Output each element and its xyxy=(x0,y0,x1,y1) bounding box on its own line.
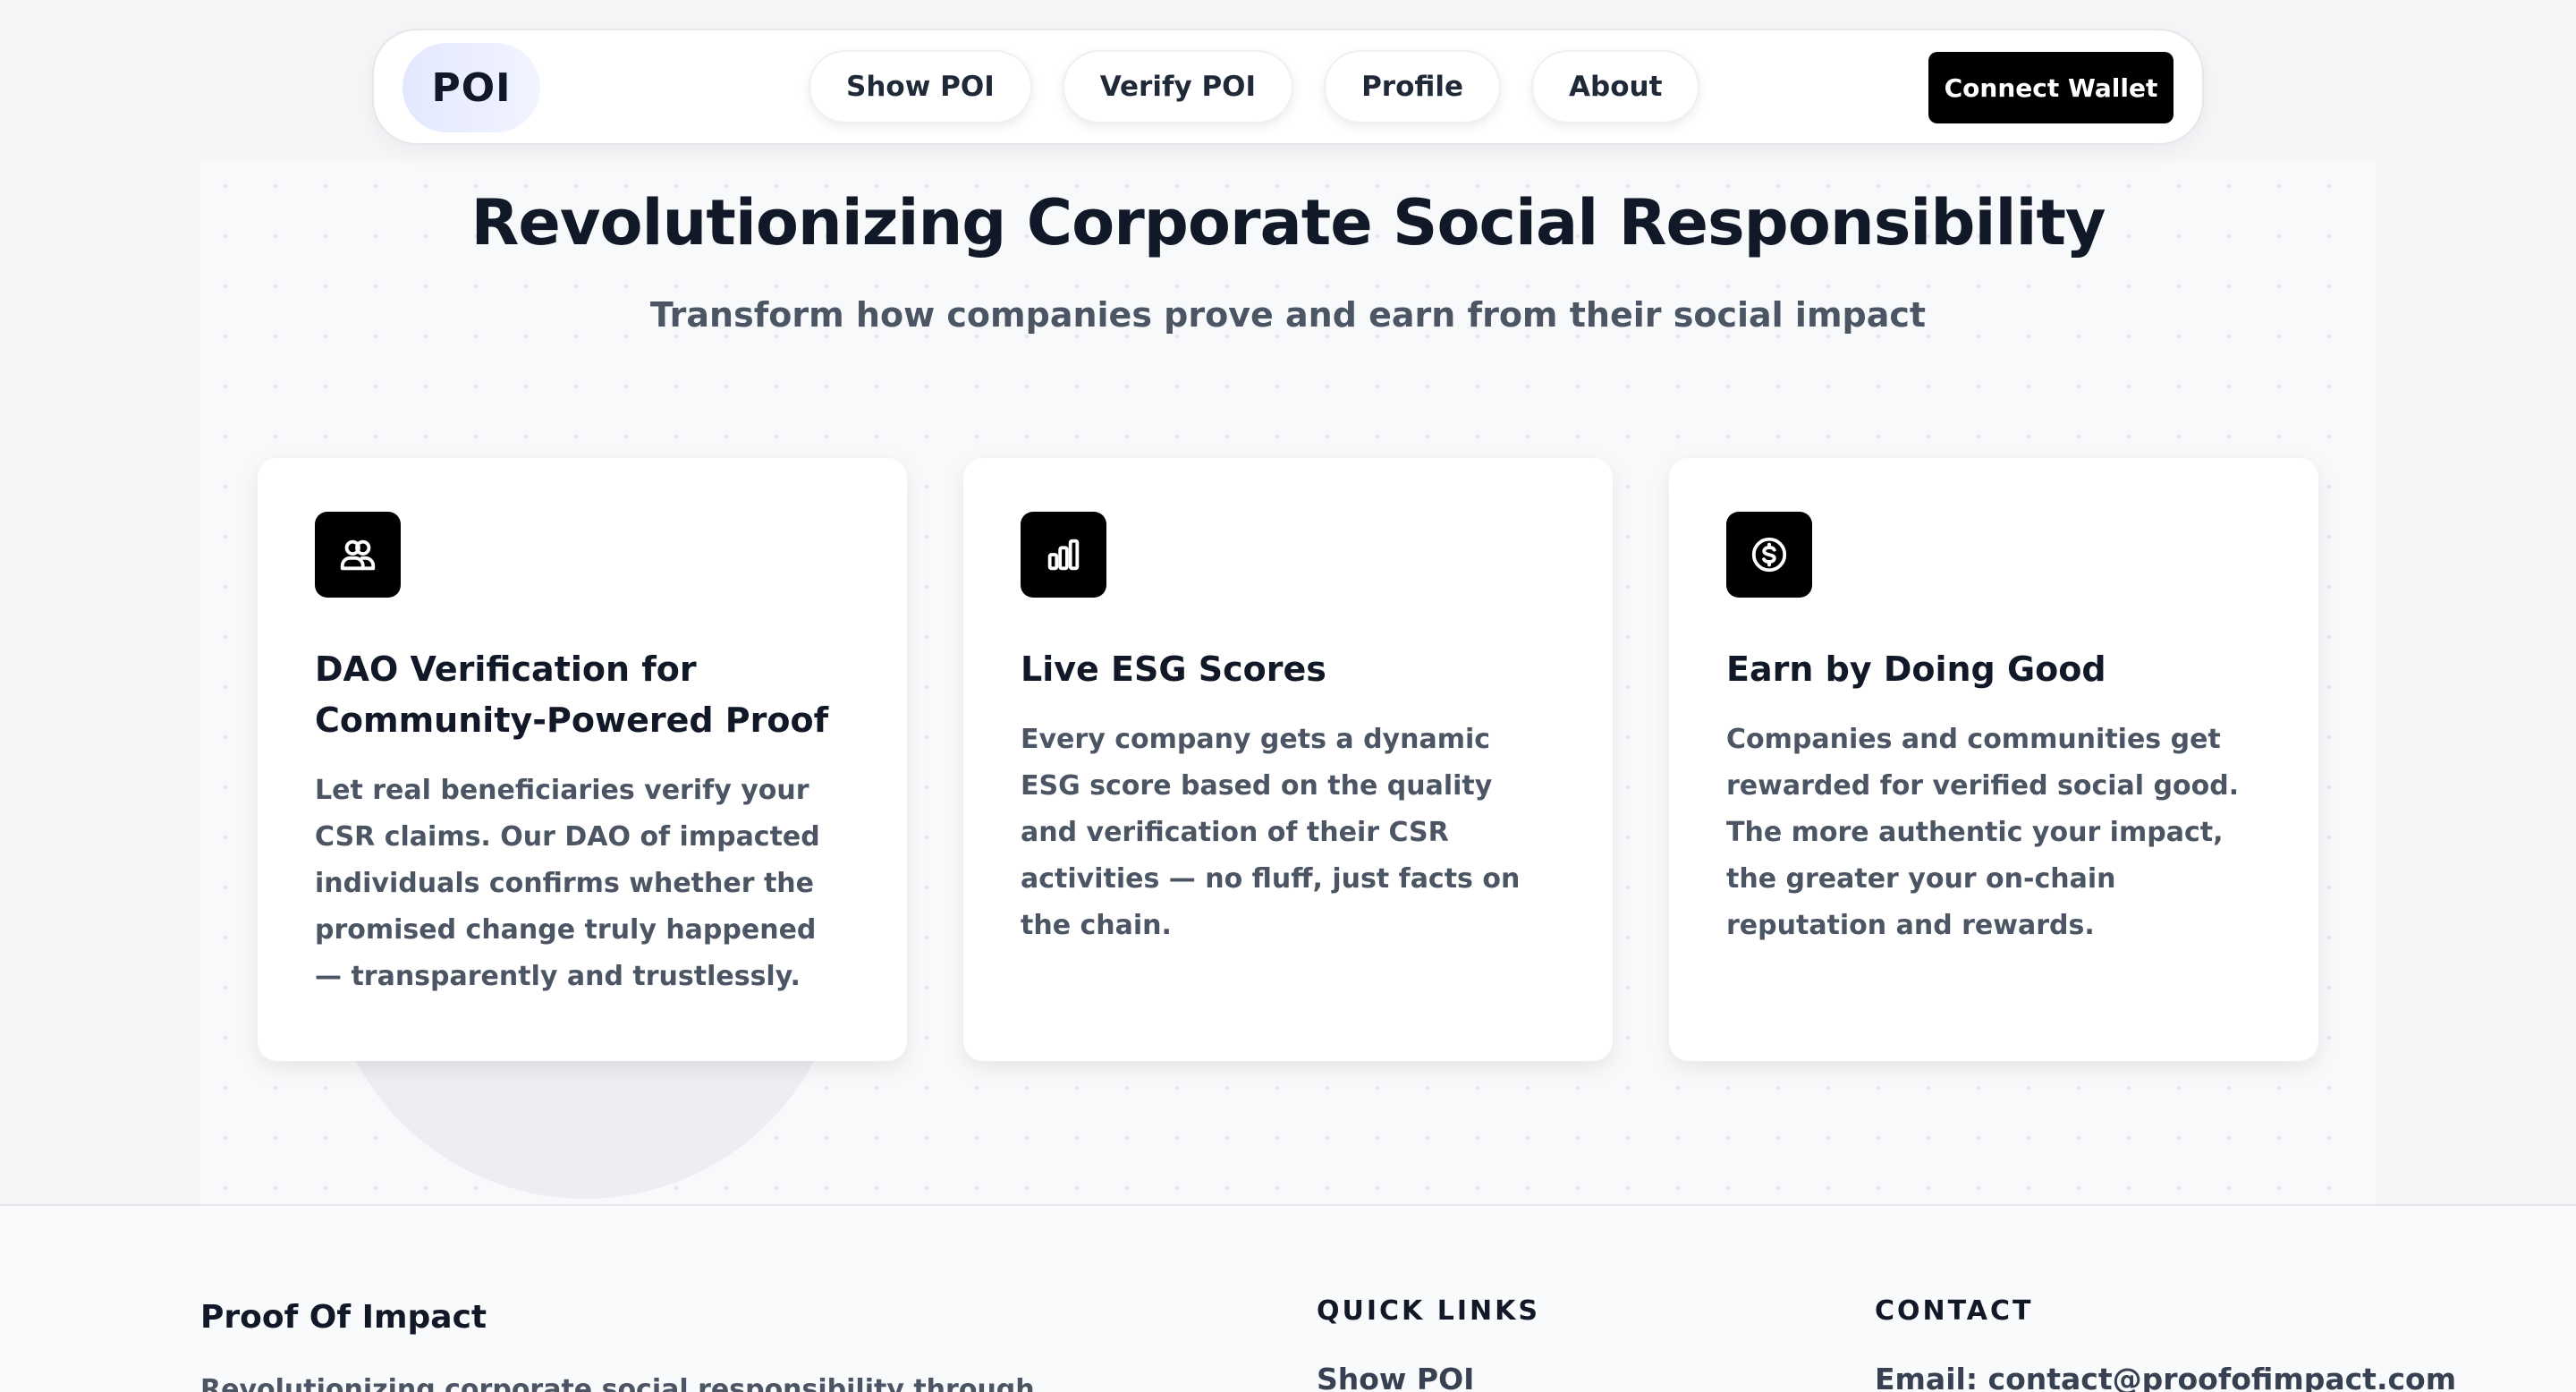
feature-title: Earn by Doing Good xyxy=(1726,649,2106,689)
bar-chart-icon xyxy=(1021,512,1106,598)
footer-contact-email[interactable]: Email: contact@proofofimpact.com xyxy=(1875,1362,2456,1392)
dollar-coin-icon xyxy=(1726,512,1812,598)
connect-wallet-button[interactable]: Connect Wallet xyxy=(1928,52,2174,123)
footer-description: Revolutionizing corporate social respons… xyxy=(200,1374,1035,1392)
feature-title: DAO Verification for Community-Powered P… xyxy=(315,649,829,740)
nav-link-show-poi[interactable]: Show POI xyxy=(809,50,1032,123)
nav-link-verify-poi[interactable]: Verify POI xyxy=(1062,50,1294,123)
nav-link-profile[interactable]: Profile xyxy=(1324,50,1502,123)
feature-title: Live ESG Scores xyxy=(1021,649,1326,689)
feature-body: Companies and communities get rewarded f… xyxy=(1726,724,2240,941)
feature-card-earn: Earn by Doing Good Companies and communi… xyxy=(1669,458,2318,1061)
feature-card-dao: DAO Verification for Community-Powered P… xyxy=(258,458,907,1061)
nav-links: Show POI Verify POI Profile About xyxy=(809,50,1700,125)
feature-body: Let real beneficiaries verify your CSR c… xyxy=(315,775,820,992)
hero-subtitle: Transform how companies prove and earn f… xyxy=(649,295,1927,335)
footer-brand: Proof Of Impact xyxy=(200,1299,487,1336)
footer-link-show-poi[interactable]: Show POI xyxy=(1317,1362,1474,1392)
nav-link-about[interactable]: About xyxy=(1531,50,1700,123)
logo[interactable]: POI xyxy=(402,43,540,132)
footer-quick-links-heading: QUICK LINKS xyxy=(1317,1295,1540,1327)
footer-contact-heading: CONTACT xyxy=(1875,1295,2034,1327)
users-icon xyxy=(315,512,401,598)
feature-body: Every company gets a dynamic ESG score b… xyxy=(1021,724,1521,941)
feature-card-esg: Live ESG Scores Every company gets a dyn… xyxy=(963,458,1613,1061)
footer: Proof Of Impact Revolutionizing corporat… xyxy=(0,1204,2576,1392)
hero-title: Revolutionizing Corporate Social Respons… xyxy=(470,186,2106,259)
top-navbar: POI Show POI Verify POI Profile About Co… xyxy=(372,29,2204,145)
